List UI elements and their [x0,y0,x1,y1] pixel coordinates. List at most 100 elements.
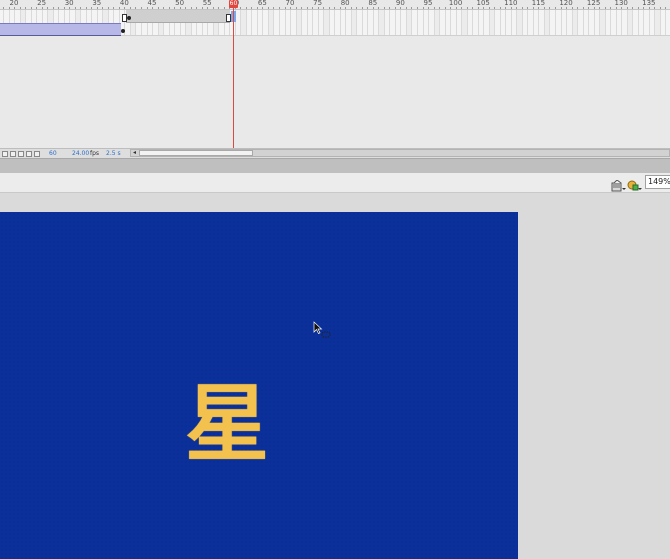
tween-span-bottom[interactable] [0,23,121,36]
frame-cell[interactable] [422,10,424,35]
frame-cell[interactable] [411,10,413,35]
ruler-tick [312,7,314,9]
ruler-tick [284,7,286,9]
frame-cell[interactable] [566,10,567,35]
frame-cell[interactable] [262,10,264,35]
frame-cell[interactable] [549,10,551,35]
ruler-tick-label: 125 [586,0,601,7]
frame-cell[interactable] [510,10,512,35]
frame-cell[interactable] [273,10,275,35]
ruler-tick [632,7,634,9]
frame-cell[interactable] [284,10,286,35]
keyframe-dot[interactable] [127,16,131,20]
frame-cell[interactable] [466,10,468,35]
frame-cell[interactable] [317,10,319,35]
onion-outline-icon[interactable] [26,151,32,157]
frame-cell[interactable] [643,10,645,35]
frame-cell[interactable] [428,10,429,35]
frame-cell[interactable] [339,10,341,35]
frame-cell[interactable] [538,10,540,35]
frame-cell[interactable] [577,10,578,35]
frame-cell[interactable] [560,10,562,35]
ruler-tick [566,7,567,9]
frame-cell[interactable] [455,10,457,35]
frame-cell[interactable] [279,10,280,35]
frame-cell[interactable] [367,10,369,35]
frame-cell[interactable] [417,10,418,35]
frame-cell[interactable] [621,10,623,35]
frame-cell[interactable] [245,10,247,35]
panel-divider[interactable] [0,158,670,174]
frame-cell[interactable] [372,10,374,35]
ruler-tick [52,7,54,9]
frame-cell[interactable] [588,10,590,35]
frame-ruler[interactable]: 20 25 30 35 40 45 50 55 60 65 70 75 80 85 90 95 100 105 11… [0,0,670,10]
frame-cell[interactable] [361,10,363,35]
frame-cell[interactable] [356,10,358,35]
ruler-tick [361,7,363,9]
frame-cell[interactable] [499,10,501,35]
stage-text-character[interactable]: 星 [176,378,278,470]
ruler-tick [135,7,137,9]
frame-cell[interactable] [632,10,634,35]
ruler-tick [494,7,496,9]
frame-cell[interactable] [505,10,507,35]
keyframe-dot-bottom[interactable] [121,29,125,33]
frame-cell[interactable] [637,10,639,35]
frame-cell[interactable] [306,10,308,35]
ruler-tick [63,7,65,9]
frame-cell[interactable] [439,10,440,35]
frame-cell[interactable] [251,10,253,35]
scroll-left-arrow-icon[interactable]: ◂ [131,149,138,157]
ruler-tick [466,7,468,9]
frame-cell[interactable] [665,10,667,35]
frame-cell[interactable] [400,10,402,35]
frame-cell[interactable] [290,10,291,35]
frame-cell[interactable] [328,10,330,35]
frame-cell[interactable] [555,10,556,35]
frame-cell[interactable] [593,10,595,35]
ruler-tick [665,7,667,9]
center-frame-icon[interactable] [10,151,16,157]
frame-cell[interactable] [604,10,606,35]
timeline-hscroll-thumb[interactable] [139,150,253,156]
frame-cell[interactable] [610,10,612,35]
frame-cell[interactable] [659,10,661,35]
frame-cell[interactable] [648,10,650,35]
tween-span-top[interactable] [126,10,230,23]
ruler-tick [124,7,126,9]
onion-skin-icon[interactable] [18,151,24,157]
ruler-tick [295,7,297,9]
frame-cell[interactable] [582,10,584,35]
frame-cell[interactable] [494,10,496,35]
frame-cell[interactable] [301,10,302,35]
frame-cell[interactable] [383,10,385,35]
frame-cell[interactable] [477,10,479,35]
delete-layer-icon[interactable] [2,151,8,157]
edit-scene-icon[interactable] [627,177,643,191]
frame-cell[interactable] [444,10,446,35]
frame-cell[interactable] [527,10,529,35]
frame-cell[interactable] [483,10,485,35]
ruler-tick [444,7,446,9]
frame-cell[interactable] [615,10,617,35]
ruler-tick [417,7,418,9]
ruler-tick-label: 35 [92,0,102,7]
frame-cell[interactable] [394,10,396,35]
frame-cell[interactable] [312,10,314,35]
ruler-tick [245,7,247,9]
frame-cell[interactable] [532,10,534,35]
frame-cell[interactable] [521,10,523,35]
ruler-tick [659,7,661,9]
ruler-tick [599,7,601,9]
frame-cell[interactable] [256,10,258,35]
zoom-field[interactable]: 149% [645,175,670,189]
frame-cell[interactable] [334,10,336,35]
edit-symbols-icon[interactable] [611,177,627,192]
frame-cell[interactable] [345,10,347,35]
ruler-tick-label: 55 [202,0,212,7]
frame-cell[interactable] [450,10,452,35]
frame-cell[interactable] [472,10,474,35]
frame-cell[interactable] [389,10,391,35]
edit-multiple-frames-icon[interactable] [34,151,40,157]
